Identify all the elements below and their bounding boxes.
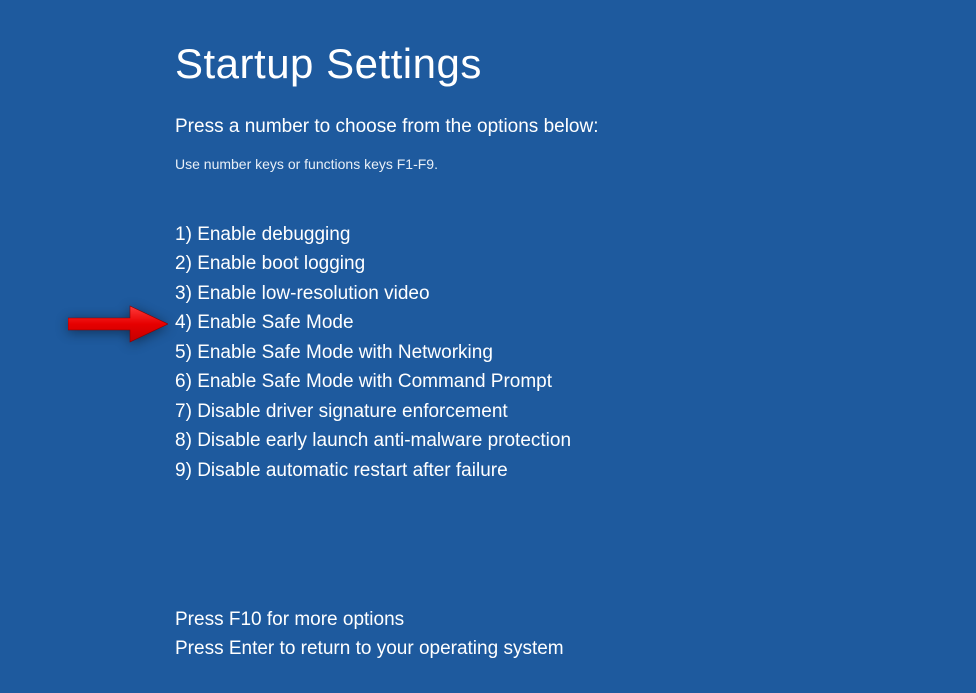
option-number: 9 xyxy=(175,460,186,481)
option-label: Enable Safe Mode xyxy=(197,312,353,333)
option-number: 2 xyxy=(175,253,186,274)
boot-option-4[interactable]: 4) Enable Safe Mode xyxy=(175,308,976,337)
option-number: 7 xyxy=(175,401,186,422)
option-label: Disable driver signature enforcement xyxy=(197,401,508,422)
footer-instructions: Press F10 for more options Press Enter t… xyxy=(175,605,976,664)
footer-return: Press Enter to return to your operating … xyxy=(175,634,976,663)
option-number: 4 xyxy=(175,312,186,333)
boot-option-2[interactable]: 2) Enable boot logging xyxy=(175,249,976,278)
option-label: Enable boot logging xyxy=(197,253,365,274)
boot-option-5[interactable]: 5) Enable Safe Mode with Networking xyxy=(175,338,976,367)
footer-more-options: Press F10 for more options xyxy=(175,605,976,634)
option-number: 8 xyxy=(175,430,186,451)
option-label: Disable automatic restart after failure xyxy=(197,460,507,481)
option-label: Disable early launch anti-malware protec… xyxy=(197,430,571,451)
page-title: Startup Settings xyxy=(175,40,976,88)
option-number: 6 xyxy=(175,371,186,392)
boot-option-8[interactable]: 8) Disable early launch anti-malware pro… xyxy=(175,426,976,455)
boot-option-1[interactable]: 1) Enable debugging xyxy=(175,220,976,249)
option-number: 3 xyxy=(175,283,186,304)
option-number: 5 xyxy=(175,342,186,363)
option-number: 1 xyxy=(175,224,186,245)
boot-option-7[interactable]: 7) Disable driver signature enforcement xyxy=(175,397,976,426)
option-label: Enable debugging xyxy=(197,224,350,245)
option-label: Enable low-resolution video xyxy=(197,283,429,304)
option-label: Enable Safe Mode with Networking xyxy=(197,342,493,363)
option-label: Enable Safe Mode with Command Prompt xyxy=(197,371,552,392)
instruction-secondary: Use number keys or functions keys F1-F9. xyxy=(175,156,976,172)
highlight-arrow-icon xyxy=(68,304,168,344)
boot-option-6[interactable]: 6) Enable Safe Mode with Command Prompt xyxy=(175,367,976,396)
boot-option-9[interactable]: 9) Disable automatic restart after failu… xyxy=(175,456,976,485)
boot-option-3[interactable]: 3) Enable low-resolution video xyxy=(175,279,976,308)
instruction-primary: Press a number to choose from the option… xyxy=(175,116,976,138)
boot-options-list: 1) Enable debugging 2) Enable boot loggi… xyxy=(175,220,976,485)
